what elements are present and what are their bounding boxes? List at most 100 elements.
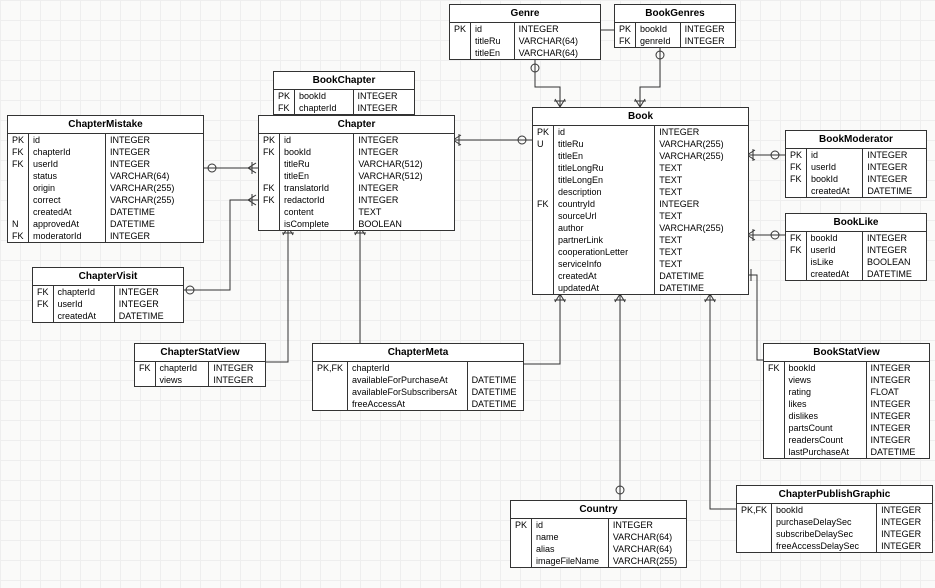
column-type: DATETIME	[106, 206, 204, 218]
column-key	[8, 206, 29, 218]
column-name: views	[155, 374, 209, 386]
entity-columns: PKbookIdINTEGERFKchapterIdINTEGER	[274, 90, 414, 114]
column-type: VARCHAR(255)	[608, 555, 686, 567]
column-row: serviceInfoTEXT	[533, 258, 748, 270]
column-key	[533, 234, 554, 246]
column-name: availableForPurchaseAt	[348, 374, 468, 386]
column-name: titleRu	[554, 138, 655, 150]
column-name: id	[29, 134, 106, 146]
column-row: FKtranslatorIdINTEGER	[259, 182, 454, 194]
entity-title: Genre	[450, 5, 600, 23]
column-key: FK	[786, 161, 807, 173]
column-type: TEXT	[354, 206, 454, 218]
column-key: FK	[764, 362, 784, 374]
entity-columns: FKbookIdINTEGERviewsINTEGERratingFLOATli…	[764, 362, 929, 458]
column-name: userId	[53, 298, 114, 310]
column-type: INTEGER	[209, 374, 265, 386]
column-key	[511, 555, 532, 567]
column-row: PKidINTEGER	[450, 23, 600, 35]
column-type: INTEGER	[680, 23, 735, 35]
column-name: freeAccessDelaySec	[772, 540, 877, 552]
column-type: DATETIME	[655, 282, 748, 294]
column-row: PKbookIdINTEGER	[615, 23, 735, 35]
column-name: titleLongRu	[554, 162, 655, 174]
column-row: PK,FKchapterId	[313, 362, 523, 374]
column-name: bookId	[807, 173, 863, 185]
column-key: FK	[786, 244, 806, 256]
column-key	[786, 268, 806, 280]
column-name: bookId	[772, 504, 877, 516]
column-row: UtitleRuVARCHAR(255)	[533, 138, 748, 150]
entity-title: ChapterStatView	[135, 344, 265, 362]
column-name: titleEn	[471, 47, 515, 59]
entity-chaptermistake: ChapterMistakePKidINTEGERFKchapterIdINTE…	[7, 115, 204, 243]
column-key: PK	[511, 519, 532, 531]
entity-columns: FKchapterIdINTEGERFKuserIdINTEGERcreated…	[33, 286, 183, 322]
column-key: PK	[615, 23, 636, 35]
column-key	[313, 398, 348, 410]
entity-chapterstatview: ChapterStatViewFKchapterIdINTEGERviewsIN…	[134, 343, 266, 387]
column-name: partnerLink	[554, 234, 655, 246]
column-row: FKmoderatorIdINTEGER	[8, 230, 203, 242]
column-type: VARCHAR(255)	[106, 182, 204, 194]
column-type: VARCHAR(512)	[354, 158, 454, 170]
entity-book: BookPKidINTEGERUtitleRuVARCHAR(255)title…	[532, 107, 749, 295]
column-row: PKidINTEGER	[511, 519, 686, 531]
column-row: createdAtDATETIME	[786, 185, 926, 197]
column-type: VARCHAR(64)	[106, 170, 204, 182]
column-name: createdAt	[554, 270, 655, 282]
column-name: correct	[29, 194, 106, 206]
column-key	[533, 270, 554, 282]
column-key: PK	[533, 126, 554, 138]
column-name: chapterId	[29, 146, 106, 158]
column-row: titleEnVARCHAR(64)	[450, 47, 600, 59]
column-row: updatedAtDATETIME	[533, 282, 748, 294]
column-name: titleRu	[280, 158, 354, 170]
column-row: FKchapterIdINTEGER	[135, 362, 265, 374]
entity-title: BookModerator	[786, 131, 926, 149]
column-key	[533, 162, 554, 174]
column-name: cooperationLetter	[554, 246, 655, 258]
column-row: PKidINTEGER	[786, 149, 926, 161]
column-name: chapterId	[53, 286, 114, 298]
column-name: imageFileName	[532, 555, 609, 567]
column-key	[764, 398, 784, 410]
column-name: lastPurchaseAt	[784, 446, 866, 458]
column-row: PKidINTEGER	[259, 134, 454, 146]
column-type: TEXT	[655, 258, 748, 270]
column-type: INTEGER	[114, 298, 183, 310]
entity-genre: GenrePKidINTEGERtitleRuVARCHAR(64)titleE…	[449, 4, 601, 60]
column-type: VARCHAR(64)	[608, 531, 686, 543]
column-name: bookId	[806, 232, 863, 244]
column-key: FK	[274, 102, 295, 114]
column-type: TEXT	[655, 174, 748, 186]
column-key: PK	[274, 90, 295, 102]
column-name: status	[29, 170, 106, 182]
column-row: FKcountryIdINTEGER	[533, 198, 748, 210]
column-type: DATETIME	[863, 268, 926, 280]
column-name: partsCount	[784, 422, 866, 434]
column-key: FK	[8, 158, 29, 170]
column-name: serviceInfo	[554, 258, 655, 270]
entity-bookgenres: BookGenresPKbookIdINTEGERFKgenreIdINTEGE…	[614, 4, 736, 48]
column-name: content	[280, 206, 354, 218]
column-name: bookId	[784, 362, 866, 374]
column-row: descriptionTEXT	[533, 186, 748, 198]
column-name: createdAt	[29, 206, 106, 218]
column-name: author	[554, 222, 655, 234]
entity-title: Chapter	[259, 116, 454, 134]
entity-title: ChapterVisit	[33, 268, 183, 286]
column-name: titleRu	[471, 35, 515, 47]
column-type: DATETIME	[106, 218, 204, 230]
column-key	[533, 150, 554, 162]
column-key	[33, 310, 53, 322]
column-name: availableForSubscribersAt	[348, 386, 468, 398]
column-name: countryId	[554, 198, 655, 210]
column-row: readersCountINTEGER	[764, 434, 929, 446]
column-row: originVARCHAR(255)	[8, 182, 203, 194]
column-row: sourceUrlTEXT	[533, 210, 748, 222]
column-name: alias	[532, 543, 609, 555]
column-key	[511, 543, 532, 555]
column-row: NapprovedAtDATETIME	[8, 218, 203, 230]
column-row: titleLongEnTEXT	[533, 174, 748, 186]
